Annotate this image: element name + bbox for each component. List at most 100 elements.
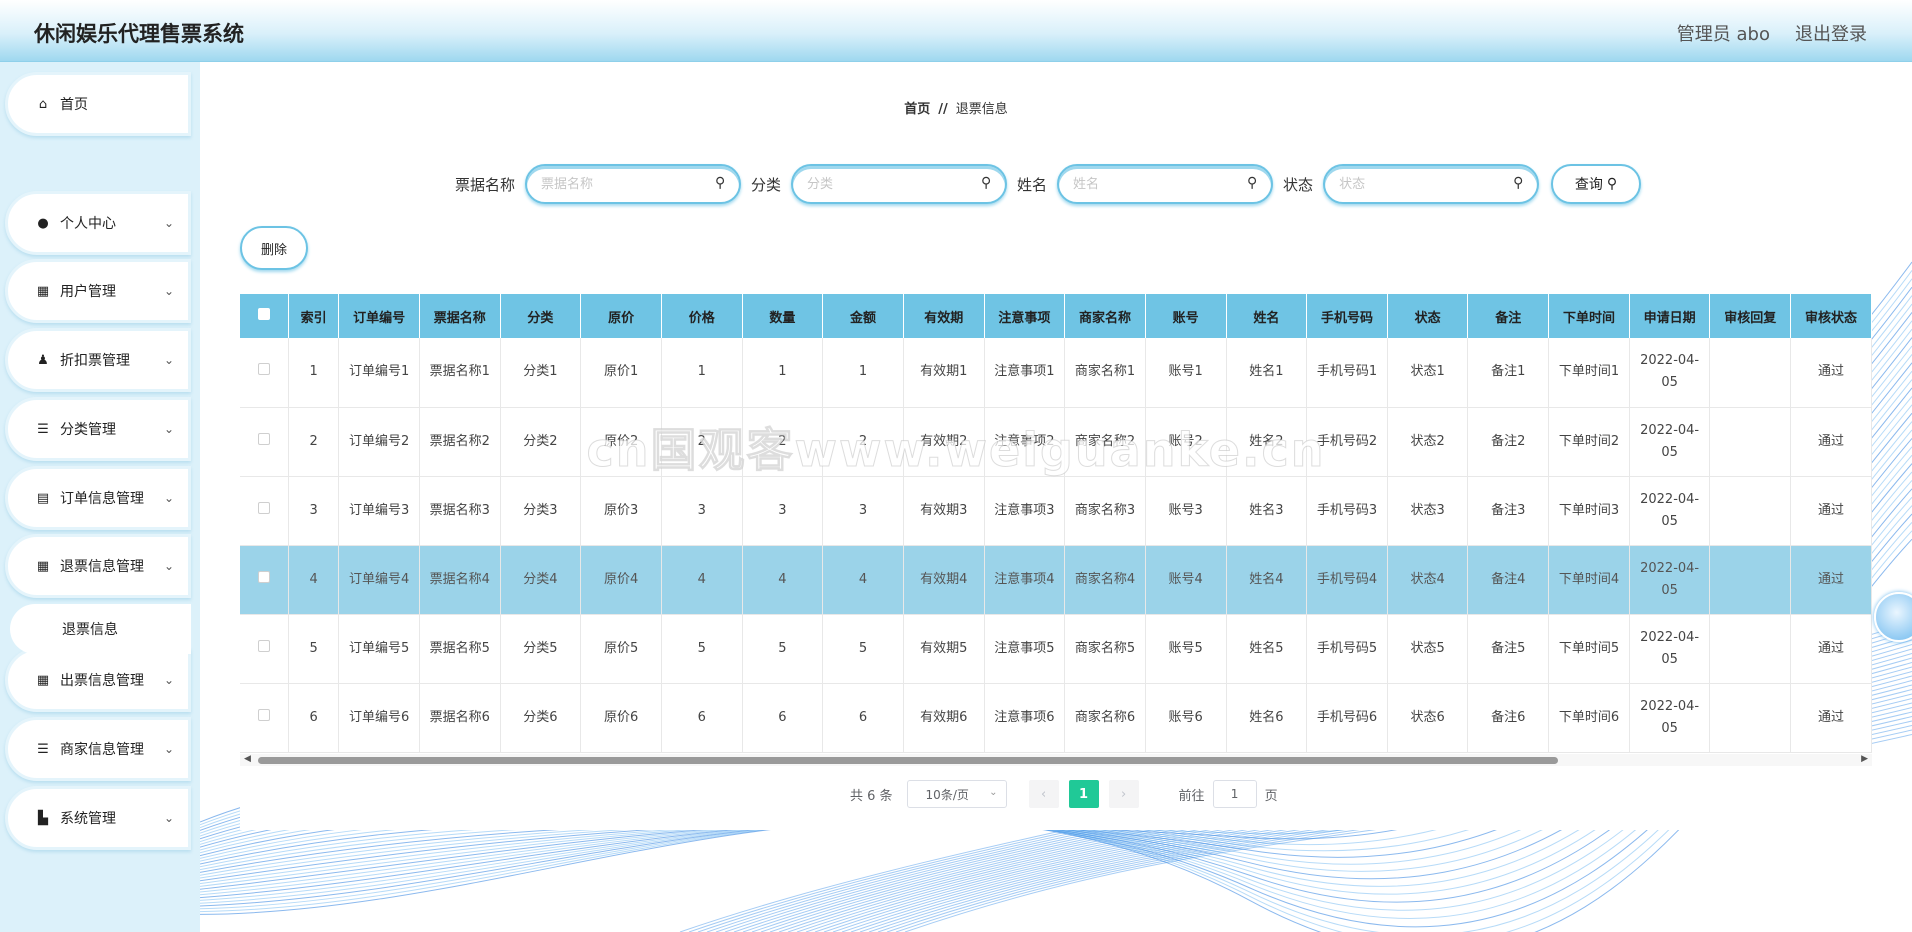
table-cell: 账号5 bbox=[1145, 614, 1227, 684]
table-cell: 手机号码3 bbox=[1306, 476, 1388, 546]
table-cell: 状态3 bbox=[1387, 476, 1469, 546]
scroll-left-arrow-icon[interactable]: ◀ bbox=[244, 754, 251, 764]
table-row[interactable]: 2 订单编号2 票据名称2 分类2 原价2 2 2 2 有效期2 注意事项2 商家名称2 账号2 姓名2… bbox=[240, 407, 1872, 477]
table-row[interactable]: 3 订单编号3 票据名称3 分类3 原价3 3 3 3 有效期3 注意事项3 商家名称3 账号3 姓名3… bbox=[240, 476, 1872, 546]
goto-page-input[interactable]: 1 bbox=[1212, 780, 1257, 808]
page-number-current[interactable]: 1 bbox=[1068, 780, 1099, 808]
table-cell: 票据名称5 bbox=[419, 614, 501, 684]
column-header[interactable]: 有效期 bbox=[903, 294, 985, 338]
table-header-row: 索引 订单编号 票据名称 分类 原价 价格 数量 金额 有效期 注意事项 商家名称 账号 姓名 手机号码状… bbox=[240, 294, 1872, 338]
sidebar-item-2[interactable]: ● 个人中心 ⌄ bbox=[5, 191, 191, 255]
sidebar-item-7[interactable]: ▦ 退票信息管理 ⌄ bbox=[5, 534, 191, 598]
table-row[interactable]: 4 订单编号4 票据名称4 分类4 原价4 4 4 4 有效期4 注意事项4 商家名称4 账号4 姓名4… bbox=[240, 545, 1872, 615]
column-header[interactable]: 申请日期 bbox=[1629, 294, 1711, 338]
column-header[interactable]: 商家名称 bbox=[1064, 294, 1146, 338]
table-cell: 账号4 bbox=[1145, 545, 1227, 615]
row-checkbox[interactable] bbox=[257, 570, 270, 583]
scrollbar-thumb[interactable] bbox=[258, 757, 1558, 764]
search-field-2[interactable]: ⚲ bbox=[791, 164, 1008, 204]
chevron-down-icon: ⌄ bbox=[989, 787, 998, 798]
app-title: 休闲娱乐代理售票系统 bbox=[34, 22, 244, 46]
sidebar-item-9[interactable]: ☰ 商家信息管理 ⌄ bbox=[5, 717, 191, 781]
sidebar-item-4[interactable]: ♟ 折扣票管理 ⌄ bbox=[5, 328, 191, 392]
column-header[interactable]: 数量 bbox=[742, 294, 824, 338]
row-checkbox[interactable] bbox=[257, 639, 270, 652]
table-cell: 注意事项2 bbox=[984, 407, 1066, 477]
column-header[interactable]: 订单编号 bbox=[338, 294, 420, 338]
horizontal-scrollbar[interactable]: ◀ ▶ bbox=[240, 754, 1872, 766]
column-header[interactable]: 金额 bbox=[822, 294, 904, 338]
sidebar-item-10[interactable]: ▙ 系统管理 ⌄ bbox=[5, 786, 191, 850]
sidebar-item-8[interactable]: ▦ 出票信息管理 ⌄ bbox=[5, 648, 191, 712]
table-cell: 2 bbox=[661, 407, 743, 477]
sidebar-item-3[interactable]: ▦ 用户管理 ⌄ bbox=[5, 259, 191, 323]
chart-icon: ▤ bbox=[36, 490, 50, 506]
table-cell: 商家名称3 bbox=[1064, 476, 1146, 546]
sidebar-subitem-refund-info[interactable]: 退票信息 bbox=[10, 604, 191, 654]
column-header[interactable]: 账号 bbox=[1145, 294, 1227, 338]
select-all-checkbox-cell bbox=[240, 294, 289, 338]
next-page-button[interactable]: › bbox=[1108, 780, 1139, 808]
column-header[interactable]: 状态 bbox=[1387, 294, 1469, 338]
row-checkbox[interactable] bbox=[257, 432, 270, 445]
table-cell: 4 bbox=[742, 545, 824, 615]
query-button[interactable]: 查询 ⚲ bbox=[1551, 164, 1642, 204]
page-size-select[interactable]: 10条/页 ⌄ bbox=[906, 780, 1007, 808]
chevron-down-icon: ⌄ bbox=[164, 491, 175, 505]
row-checkbox[interactable] bbox=[257, 708, 270, 721]
column-header[interactable]: 注意事项 bbox=[984, 294, 1066, 338]
row-checkbox-cell bbox=[240, 683, 289, 753]
table-cell: 1 bbox=[288, 338, 340, 408]
sidebar-item-1[interactable]: ⌂ 首页 bbox=[5, 72, 191, 136]
breadcrumb-home[interactable]: 首页 bbox=[904, 102, 930, 117]
row-checkbox-cell bbox=[240, 545, 289, 615]
table-row[interactable]: 6 订单编号6 票据名称6 分类6 原价6 6 6 6 有效期6 注意事项6 商家名称6 账号6 姓名6… bbox=[240, 683, 1872, 753]
table-cell: 分类6 bbox=[500, 683, 582, 753]
table-row[interactable]: 1 订单编号1 票据名称1 分类1 原价1 1 1 1 有效期1 注意事项1 商家名称1 账号1 姓名1… bbox=[240, 338, 1872, 408]
table-cell: 5 bbox=[742, 614, 824, 684]
sidebar-item-label: 商家信息管理 bbox=[60, 742, 144, 758]
search-input[interactable] bbox=[1073, 166, 1244, 202]
table-cell: 手机号码4 bbox=[1306, 545, 1388, 615]
logout-link[interactable]: 退出登录 bbox=[1795, 20, 1867, 46]
table-cell: 原价6 bbox=[580, 683, 662, 753]
table-cell: 通过 bbox=[1790, 614, 1872, 684]
search-input[interactable] bbox=[541, 166, 712, 202]
table-cell: 注意事项6 bbox=[984, 683, 1066, 753]
column-header[interactable]: 手机号码 bbox=[1306, 294, 1388, 338]
table-row[interactable]: 5 订单编号5 票据名称5 分类5 原价5 5 5 5 有效期5 注意事项5 商家名称5 账号5 姓名5… bbox=[240, 614, 1872, 684]
floating-action-ball[interactable] bbox=[1874, 592, 1912, 642]
search-input[interactable] bbox=[1339, 166, 1510, 202]
search-input[interactable] bbox=[807, 166, 978, 202]
column-header[interactable]: 索引 bbox=[288, 294, 340, 338]
table-cell: 下单时间6 bbox=[1548, 683, 1630, 753]
column-header[interactable]: 原价 bbox=[580, 294, 662, 338]
sidebar-item-6[interactable]: ▤ 订单信息管理 ⌄ bbox=[5, 466, 191, 530]
column-header[interactable]: 票据名称 bbox=[419, 294, 501, 338]
scroll-right-arrow-icon[interactable]: ▶ bbox=[1861, 754, 1868, 764]
page-size-value: 10条/页 bbox=[925, 787, 969, 802]
table-cell: 注意事项4 bbox=[984, 545, 1066, 615]
column-header[interactable]: 分类 bbox=[500, 294, 582, 338]
prev-page-button[interactable]: ‹ bbox=[1028, 780, 1059, 808]
column-header[interactable]: 备注 bbox=[1467, 294, 1550, 338]
table-cell: 2022-04-05 bbox=[1629, 476, 1711, 546]
column-header[interactable]: 价格 bbox=[661, 294, 743, 338]
column-header[interactable]: 下单时间 bbox=[1548, 294, 1630, 338]
table-cell bbox=[1709, 545, 1792, 615]
table-cell: 商家名称6 bbox=[1064, 683, 1146, 753]
column-header[interactable]: 审核回复 bbox=[1709, 294, 1792, 338]
page-unit-label: 页 bbox=[1264, 788, 1278, 804]
search-field-1[interactable]: ⚲ bbox=[525, 164, 742, 204]
search-field-4[interactable]: ⚲ bbox=[1323, 164, 1540, 204]
column-header[interactable]: 审核状态 bbox=[1790, 294, 1872, 338]
select-all-checkbox[interactable] bbox=[257, 308, 270, 320]
row-checkbox[interactable] bbox=[257, 501, 270, 514]
table-cell: 分类1 bbox=[500, 338, 582, 408]
column-header[interactable]: 姓名 bbox=[1226, 294, 1308, 338]
delete-button[interactable]: 删除 bbox=[240, 226, 308, 270]
table-cell: 通过 bbox=[1790, 338, 1872, 408]
sidebar-item-5[interactable]: ☰ 分类管理 ⌄ bbox=[5, 397, 191, 461]
search-field-3[interactable]: ⚲ bbox=[1057, 164, 1274, 204]
row-checkbox[interactable] bbox=[257, 363, 270, 376]
